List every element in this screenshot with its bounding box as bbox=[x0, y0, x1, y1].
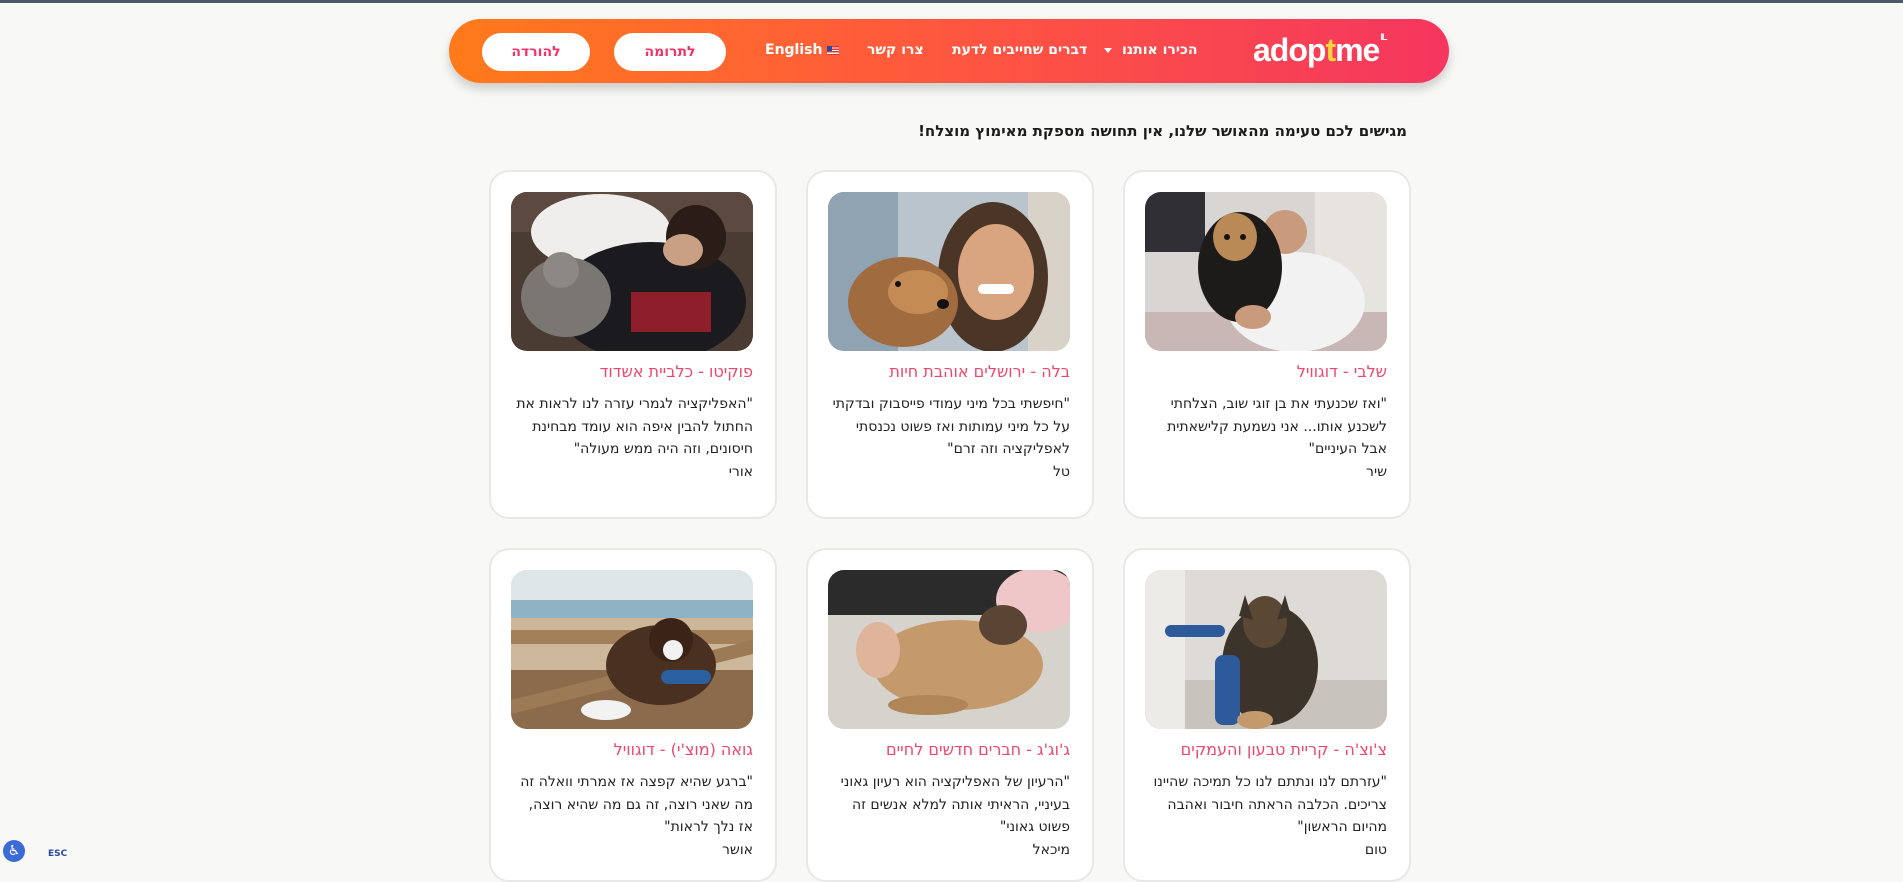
top-border bbox=[0, 0, 1903, 3]
card-author: טל bbox=[1052, 464, 1070, 480]
card-title: גואה (מוצ'י) - דוגוויל bbox=[613, 740, 753, 759]
nav-link-about-label: הכירו אותנו bbox=[1122, 42, 1198, 58]
logo-text-main: adop bbox=[1253, 32, 1326, 68]
chevron-down-icon bbox=[1104, 47, 1112, 53]
card-quote: "עזרתם לנו ונתתם לנו כל תמיכה שהיינו צרי… bbox=[1153, 774, 1387, 835]
photo-german-shepherd-with-toy bbox=[1145, 570, 1387, 729]
testimonial-card: ג'וג'ג - חברים חדשים לחיים "הרעיון של הא… bbox=[806, 548, 1094, 882]
card-author: טום bbox=[1364, 842, 1387, 858]
card-author: מיכאל bbox=[1032, 842, 1070, 858]
card-quote: "ברגע שהיא קפצה אז אמרתי וואלה זה מה שאנ… bbox=[520, 774, 753, 835]
card-quote: "הרעיון של האפליקציה הוא רעיון גאוני בעי… bbox=[840, 774, 1070, 835]
adoptme-logo[interactable]: adoptmeIL bbox=[1253, 32, 1387, 69]
card-title: שלבי - דוגוויל bbox=[1296, 362, 1387, 381]
testimonial-card: בלה - ירושלים אוהבת חיות "חיפשתי בכל מינ… bbox=[806, 170, 1094, 519]
testimonial-card: שלבי - דוגוויל "ואז שכנעתי את בן זוגי שו… bbox=[1123, 170, 1411, 519]
card-title: ג'וג'ג - חברים חדשים לחיים bbox=[885, 740, 1070, 759]
nav-link-contact[interactable]: צרו קשר bbox=[867, 42, 924, 58]
card-author: אושר bbox=[722, 842, 753, 858]
logo-mark: IL bbox=[1380, 32, 1387, 42]
language-label: English bbox=[765, 42, 823, 58]
download-button[interactable]: להורדה bbox=[482, 33, 590, 71]
logo-text-end: me bbox=[1335, 32, 1380, 68]
navbar: להורדה לתרומה English צרו קשר דברים שחיי… bbox=[449, 19, 1449, 83]
card-author: שיר bbox=[1366, 464, 1387, 480]
card-quote: "ואז שכנעתי את בן זוגי שוב, הצלחתי לשכנע… bbox=[1167, 396, 1387, 457]
donate-button[interactable]: לתרומה bbox=[614, 33, 726, 71]
testimonial-card: צ'וצ'ה - קריית טבעון והעמקים "עזרתם לנו … bbox=[1123, 548, 1411, 882]
card-title: בלה - ירושלים אוהבת חיות bbox=[889, 362, 1070, 381]
nav-link-about[interactable]: הכירו אותנו bbox=[1104, 42, 1198, 58]
logo-star-letter: t bbox=[1325, 32, 1336, 68]
nav-link-must-know[interactable]: דברים שחייבים לדעת bbox=[952, 42, 1087, 58]
esc-label[interactable]: ESC bbox=[48, 849, 67, 859]
photo-woman-with-cat bbox=[511, 192, 753, 351]
photo-dog-on-floor bbox=[828, 570, 1070, 729]
page-headline: מגישים לכם טעימה מהאושר שלנו, אין תחושה … bbox=[918, 122, 1407, 140]
testimonial-card: פוקיטו - כלביית אשדוד "האפליקציה לגמרי ע… bbox=[489, 170, 777, 519]
language-switch-english[interactable]: English bbox=[765, 42, 840, 58]
card-title: פוקיטו - כלביית אשדוד bbox=[599, 362, 753, 381]
card-quote: "האפליקציה לגמרי עזרה לנו לראות את החתול… bbox=[516, 396, 753, 457]
testimonial-card: גואה (מוצ'י) - דוגוויל "ברגע שהיא קפצה א… bbox=[489, 548, 777, 882]
card-author: אורי bbox=[728, 464, 753, 480]
us-flag-icon bbox=[827, 45, 840, 55]
card-title: צ'וצ'ה - קריית טבעון והעמקים bbox=[1180, 740, 1387, 759]
photo-dog-on-beach-deck bbox=[511, 570, 753, 729]
photo-man-with-dog bbox=[1145, 192, 1387, 351]
photo-woman-with-dog bbox=[828, 192, 1070, 351]
accessibility-icon[interactable]: ♿ bbox=[3, 840, 25, 862]
card-quote: "חיפשתי בכל מיני עמודי פייסבוק ובדקתי על… bbox=[832, 396, 1070, 457]
